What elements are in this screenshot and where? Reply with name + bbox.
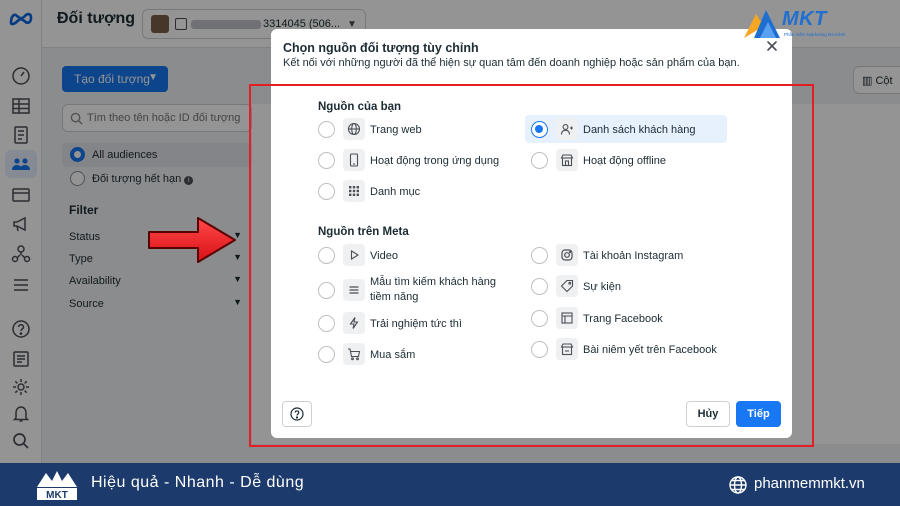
brand-slogan: Phần mềm Marketing Đa Kênh xyxy=(784,32,846,37)
pointer-arrow-icon xyxy=(148,217,236,263)
footer-slogan: Hiệu quả - Nhanh - Dễ dùng xyxy=(91,474,305,491)
highlight-frame xyxy=(249,84,814,447)
svg-text:MKT: MKT xyxy=(46,490,68,501)
mkt-logo-mark-icon xyxy=(744,10,780,38)
mkt-footer-logo-icon: MKT xyxy=(37,471,77,501)
footer-website[interactable]: phanmemmkt.vn xyxy=(754,475,865,492)
mkt-brand-logo: MKT Phần mềm Marketing Đa Kênh xyxy=(742,4,892,44)
dialog-title: Chọn nguồn đối tượng tùy chỉnh xyxy=(283,41,479,55)
brand-title: MKT xyxy=(782,8,827,30)
dialog-subtitle: Kết nối với những người đã thể hiện sự q… xyxy=(283,57,740,69)
globe-icon xyxy=(729,476,747,494)
promo-footer-banner: MKT Hiệu quả - Nhanh - Dễ dùng phanmemmk… xyxy=(0,463,900,506)
